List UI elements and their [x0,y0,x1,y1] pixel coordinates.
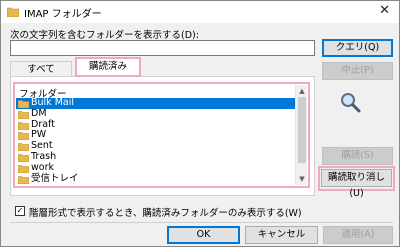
divider [10,222,393,223]
folder-item[interactable]: Sent [16,140,295,152]
tab-subscribed[interactable]: 購読済み [75,57,141,77]
folder-item[interactable]: Draft [16,118,295,131]
apply-button[interactable]: 適用(A) [323,226,393,244]
folder-item[interactable]: Bulk Mail [16,97,295,109]
unsubscribe-button[interactable]: 購読取り消し(U) [321,169,392,199]
folder-item-label: PW [31,129,47,141]
folder-item-label: Sent [31,140,53,152]
folder-item-label: DM [31,107,47,119]
tab-all[interactable]: すべて [10,61,72,77]
folder-item[interactable]: PW [16,129,295,141]
scroll-down-icon[interactable]: ▼ [296,173,308,185]
folder-rows: Bulk Mail DM Draft PW Sent Trash work 受信トレイ [16,97,295,185]
window-title: IMAP フォルダー [24,9,102,20]
ok-button[interactable]: OK [167,226,240,244]
folder-icon [7,7,19,17]
stop-button[interactable]: 中止(P) [322,62,393,80]
vertical-scrollbar[interactable]: ▲ ▼ [295,85,307,185]
query-button[interactable]: クエリ(Q) [322,39,393,57]
folder-item[interactable]: DM [16,107,295,120]
folder-icon [18,165,29,173]
folder-icon [18,175,29,184]
subscribe-button[interactable]: 購読(S) [322,147,393,165]
search-label: 次の文字列を含むフォルダーを表示する(D): [10,30,199,41]
folder-icon [18,111,29,119]
folder-item-label: work [31,161,54,173]
title-bar: IMAP フォルダー ✕ [1,1,399,23]
imap-folder-dialog: IMAP フォルダー ✕ 次の文字列を含むフォルダーを表示する(D): クエリ(… [0,0,400,247]
folder-item-label: Draft [31,118,55,130]
folder-icon [18,121,29,130]
hierarchy-checkbox[interactable]: ✓ [15,206,25,216]
scroll-thumb[interactable] [298,97,306,163]
scroll-up-icon[interactable]: ▲ [296,85,308,97]
cancel-button[interactable]: キャンセル [245,226,318,244]
folder-item-label: 受信トレイ [31,172,79,184]
folder-item[interactable]: 受信トレイ [16,172,295,185]
folder-item[interactable]: Trash [16,150,295,163]
close-icon[interactable]: ✕ [379,3,390,18]
folder-icon [18,154,29,162]
folder-list[interactable]: フォルダー Bulk Mail DM Draft PW Sent Trash work 受信ト… [13,82,310,188]
folder-item-label: Trash [31,150,57,162]
folder-icon [18,100,29,108]
folder-item-label: Bulk Mail [31,97,74,108]
folder-icon [18,132,29,141]
hierarchy-label: 階層形式で表示するとき、購読済みフォルダーのみ表示する(W) [29,208,302,219]
search-input[interactable] [10,40,315,56]
magnifier-icon [341,93,361,113]
folder-icon [18,143,29,152]
